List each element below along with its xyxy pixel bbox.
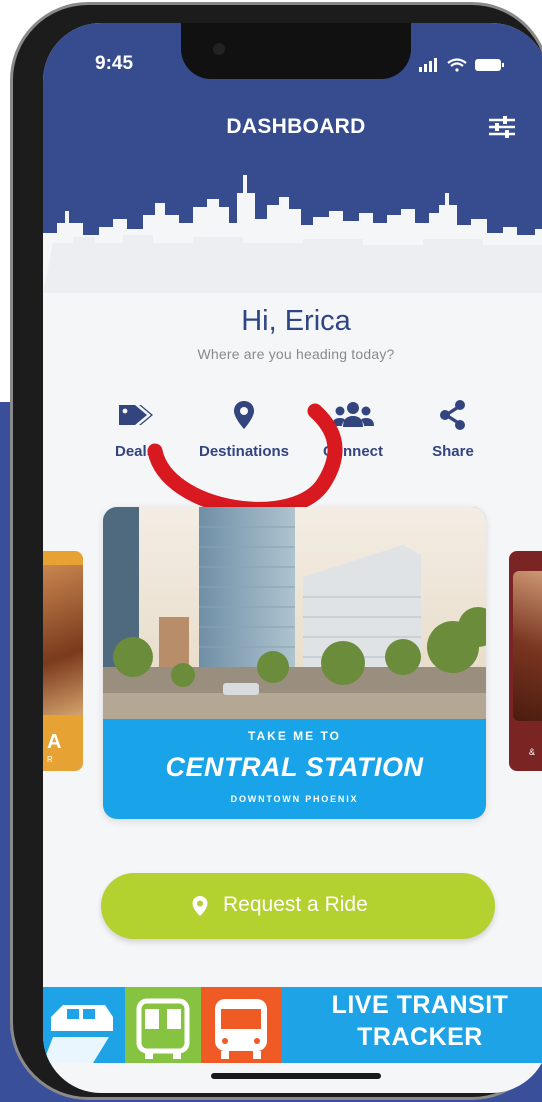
battery-icon — [475, 59, 504, 71]
request-ride-label: Request a Ride — [223, 893, 368, 916]
light-rail-segment — [43, 987, 125, 1063]
streetcar-icon — [136, 998, 190, 1059]
status-time: 9:45 — [95, 53, 134, 74]
live-transit-tracker-banner[interactable]: LIVE TRANSIT TRACKER — [43, 987, 542, 1063]
action-share[interactable]: Share — [393, 399, 513, 460]
signal-icon — [419, 58, 437, 72]
side-card-right-subtitle: & — [529, 747, 536, 757]
feature-eyebrow: TAKE ME TO — [248, 729, 341, 743]
share-icon — [440, 400, 465, 430]
feature-subtitle: DOWNTOWN PHOENIX — [230, 794, 359, 804]
wifi-icon — [447, 58, 467, 72]
greeting-title: Hi, Erica — [241, 305, 351, 337]
destination-card-central-station[interactable]: TAKE ME TO CENTRAL STATION DOWNTOWN PHOE… — [103, 507, 486, 819]
side-card-left-photo — [43, 565, 83, 715]
central-station-photo — [103, 507, 486, 719]
feature-title: CENTRAL STATION — [165, 752, 424, 782]
page-title: DASHBOARD — [226, 115, 366, 138]
side-card-left-title: A — [47, 731, 62, 753]
light-rail-icon — [43, 1005, 113, 1063]
phone-frame: 9:45 DASHBOARD Hi, Erica Where are you h… — [10, 2, 542, 1100]
phone-screen: 9:45 DASHBOARD Hi, Erica Where are you h… — [43, 23, 542, 1093]
phone-notch — [181, 23, 411, 79]
filter-settings-icon[interactable] — [487, 115, 517, 139]
bus-segment — [201, 987, 281, 1063]
location-pin-icon — [192, 896, 208, 916]
status-icons — [419, 58, 504, 72]
transit-title-line1: LIVE TRANSIT — [331, 991, 509, 1019]
streetcar-segment — [125, 987, 201, 1063]
side-card-left[interactable]: A R — [43, 551, 83, 771]
request-ride-button[interactable]: Request a Ride — [101, 873, 495, 939]
camera-dot — [213, 43, 225, 55]
home-indicator[interactable] — [211, 1073, 381, 1079]
side-card-left-subtitle: R — [47, 755, 53, 764]
action-share-label: Share — [432, 443, 474, 460]
greeting-subtitle: Where are you heading today? — [197, 346, 395, 362]
transit-title-line2: TRACKER — [357, 1023, 483, 1051]
side-card-right[interactable]: & — [509, 551, 542, 771]
city-skyline — [43, 163, 542, 293]
side-card-right-photo — [513, 571, 542, 721]
bus-icon — [215, 999, 267, 1059]
